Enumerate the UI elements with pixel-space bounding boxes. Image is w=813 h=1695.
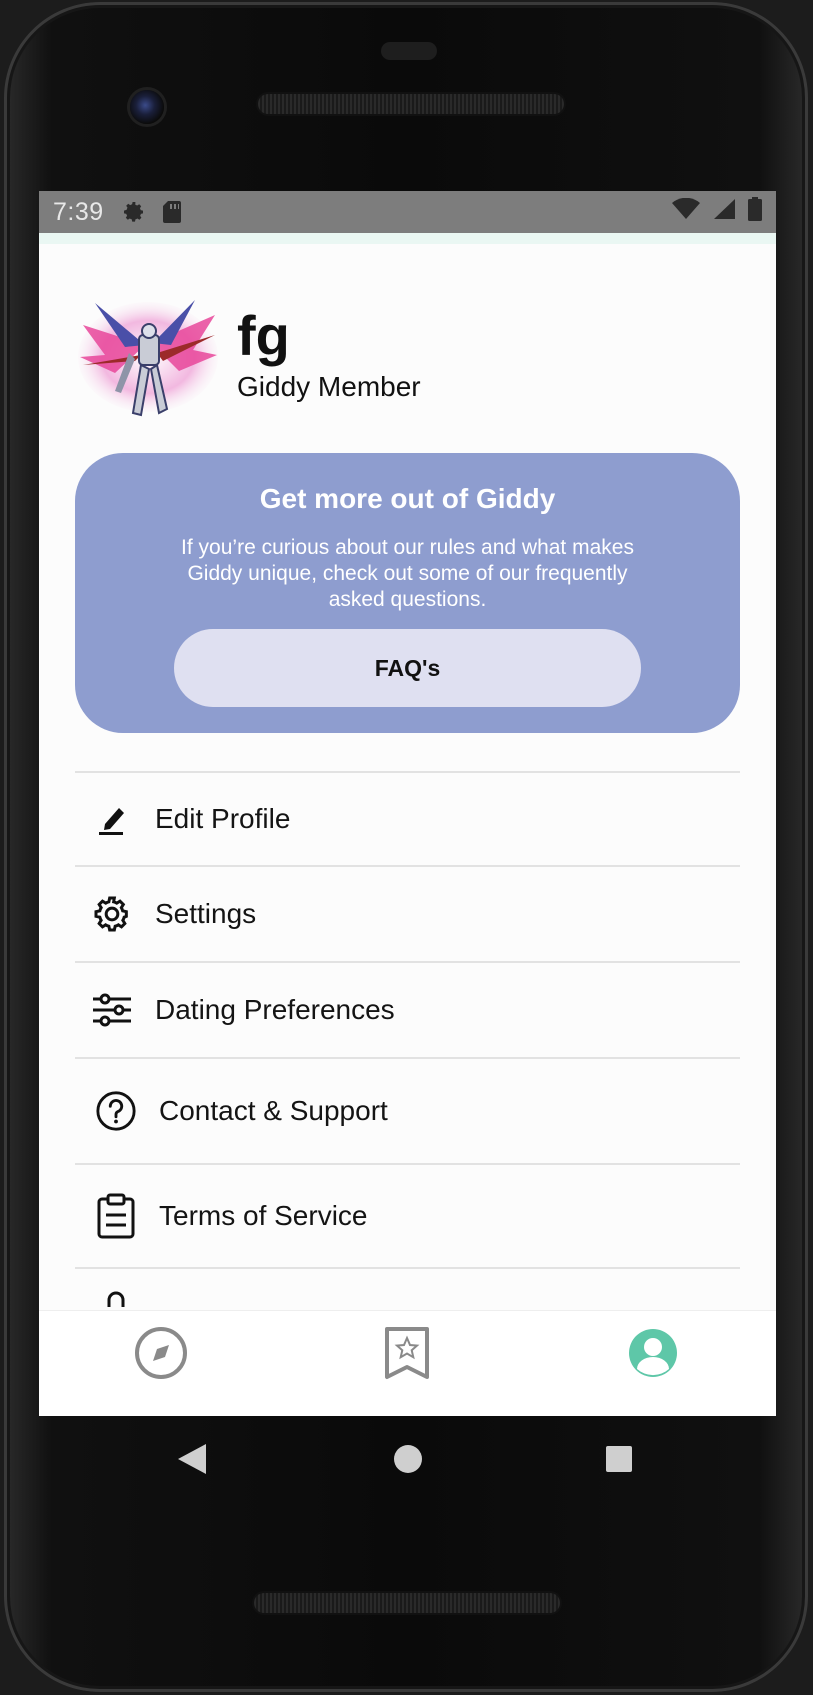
front-camera bbox=[130, 90, 164, 124]
nav-saved[interactable] bbox=[377, 1325, 437, 1385]
profile-role: Giddy Member bbox=[237, 371, 421, 402]
menu-item-partial[interactable] bbox=[75, 1267, 740, 1307]
menu-item-label: Terms of Service bbox=[159, 1200, 368, 1231]
nav-profile[interactable] bbox=[623, 1325, 683, 1385]
system-navigation bbox=[0, 1436, 813, 1486]
profile-menu: Edit Profile Settings Dating Preferences… bbox=[75, 771, 740, 1307]
pencil-icon bbox=[91, 798, 133, 840]
sd-card-icon bbox=[162, 200, 182, 224]
app-screen: 7:39 fg Giddy Member Get more out of Gid… bbox=[39, 191, 776, 1416]
battery-icon bbox=[748, 196, 762, 228]
bottom-speaker bbox=[254, 1593, 560, 1613]
home-icon[interactable] bbox=[393, 1444, 423, 1479]
earpiece-speaker bbox=[258, 94, 564, 114]
clipboard-icon bbox=[95, 1193, 137, 1239]
menu-item-settings[interactable]: Settings bbox=[75, 865, 740, 961]
promo-body: If you’re curious about our rules and wh… bbox=[181, 536, 634, 611]
bookmark-star-icon bbox=[383, 1325, 431, 1386]
nav-discover[interactable] bbox=[131, 1325, 191, 1385]
menu-item-label: Settings bbox=[155, 898, 257, 929]
sliders-icon bbox=[91, 989, 133, 1031]
profile-name: fg bbox=[237, 304, 290, 367]
compass-icon bbox=[133, 1325, 189, 1386]
status-bar: 7:39 bbox=[39, 191, 776, 233]
menu-item-dating-preferences[interactable]: Dating Preferences bbox=[75, 961, 740, 1057]
signal-icon bbox=[712, 198, 736, 227]
avatar[interactable] bbox=[75, 295, 221, 425]
faq-promo-card: Get more out of Giddy If you’re curious … bbox=[75, 453, 740, 733]
header-strip bbox=[39, 233, 776, 244]
recents-icon[interactable] bbox=[605, 1445, 633, 1478]
gear-icon bbox=[122, 200, 146, 224]
menu-item-label: Dating Preferences bbox=[155, 994, 395, 1025]
faq-button[interactable]: FAQ's bbox=[174, 629, 641, 707]
menu-item-contact-support[interactable]: Contact & Support bbox=[75, 1057, 740, 1163]
back-icon[interactable] bbox=[176, 1442, 208, 1481]
profile-header: fg Giddy Member bbox=[75, 295, 421, 425]
menu-item-label: Edit Profile bbox=[155, 803, 291, 834]
menu-item-label: Contact & Support bbox=[159, 1095, 388, 1126]
status-time: 7:39 bbox=[53, 197, 104, 226]
question-circle-icon bbox=[95, 1090, 137, 1132]
front-sensor bbox=[381, 42, 437, 60]
lock-icon bbox=[95, 1287, 137, 1307]
wifi-icon bbox=[672, 197, 700, 227]
profile-icon bbox=[627, 1327, 679, 1384]
bottom-navigation bbox=[39, 1310, 776, 1416]
menu-item-edit-profile[interactable]: Edit Profile bbox=[75, 771, 740, 865]
promo-title: Get more out of Giddy bbox=[259, 483, 556, 514]
menu-item-terms-of-service[interactable]: Terms of Service bbox=[75, 1163, 740, 1267]
gear-icon bbox=[91, 893, 133, 935]
